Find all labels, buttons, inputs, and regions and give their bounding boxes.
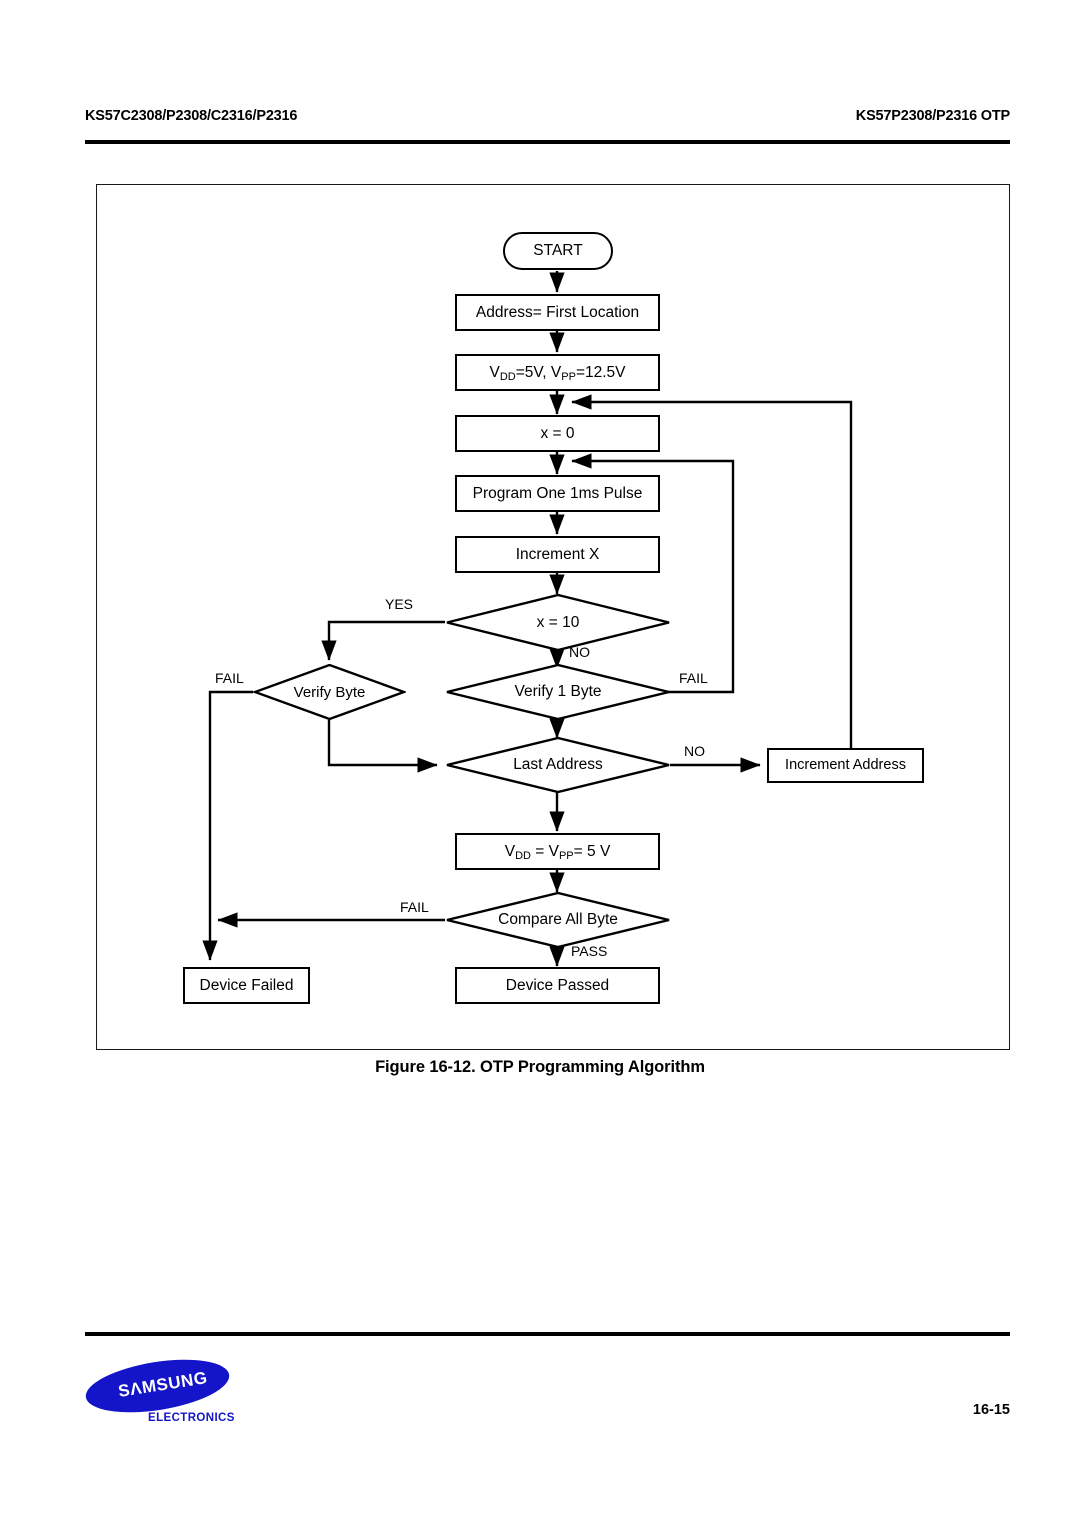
node-set-voltages-label: VDD=5V, VPP=12.5V [489,363,626,384]
vdd-mid-1: =5V, V [515,363,562,381]
node-address-first-location-label: Address= First Location [475,303,640,321]
header-left-title: KS57C2308/P2308/C2316/P2316 [85,108,298,124]
vdd-v-1: V [489,363,500,381]
node-verify-byte-label: Verify Byte [293,683,366,701]
edge-label-fail-verify-byte: FAIL [215,670,244,686]
vdd-sub-1: DD [499,371,516,384]
node-address-first-location: Address= First Location [455,294,660,331]
node-x-zero: x = 0 [455,415,660,452]
node-last-address: Last Address [445,737,671,793]
edge-label-yes-x10: YES [385,596,414,612]
node-device-failed: Device Failed [183,967,310,1004]
edge-label-fail-compare: FAIL [400,899,429,915]
node-x-zero-label: x = 0 [540,424,575,442]
vpp-sub-2: PP [558,850,574,863]
node-device-failed-label: Device Failed [199,976,294,994]
vpp-post-1: =12.5V [575,363,626,381]
node-compare-all-byte-label: Compare All Byte [498,911,618,929]
samsung-logo: SΛMSUNG ELECTRONICS [82,1350,245,1424]
node-increment-x-label: Increment X [515,545,600,563]
node-device-passed: Device Passed [455,967,660,1004]
page-number: 16-15 [972,1402,1010,1418]
node-verify-1-byte: Verify 1 Byte [445,664,671,720]
edge-label-fail-verify-1-byte: FAIL [679,670,708,686]
node-x-equals-10: x = 10 [445,594,671,651]
node-verify-1-byte-label: Verify 1 Byte [514,683,602,701]
node-device-passed-label: Device Passed [505,976,610,994]
node-x-equals-10-label: x = 10 [536,613,580,631]
figure-caption: Figure 16-12. OTP Programming Algorithm [375,1058,705,1076]
header-right-title: KS57P2308/P2316 OTP [855,108,1010,124]
node-increment-x: Increment X [455,536,660,573]
footer-divider-rule [85,1332,1010,1336]
node-increment-address-label: Increment Address [785,757,906,774]
node-last-address-label: Last Address [513,756,603,774]
node-start-label: START [533,242,583,260]
vpp-sub-1: PP [561,371,576,384]
node-final-voltages-label: VDD = VPP= 5 V [504,842,611,863]
page-footer: SΛMSUNG ELECTRONICS 16-15 [0,1320,1080,1470]
node-set-voltages: VDD=5V, VPP=12.5V [455,354,660,391]
node-verify-byte: Verify Byte [253,664,406,720]
vdd-v-2: V [504,842,516,860]
node-increment-address: Increment Address [767,748,924,783]
node-program-one-pulse: Program One 1ms Pulse [455,475,660,512]
header-divider-rule [85,140,1010,144]
vdd-sub-2: DD [515,850,531,863]
vpp-post-2: = 5 V [573,842,611,860]
edge-label-no-x10: NO [569,644,590,660]
node-program-one-pulse-label: Program One 1ms Pulse [472,484,643,502]
node-compare-all-byte: Compare All Byte [445,892,671,948]
edge-label-pass-compare: PASS [571,943,608,959]
edge-label-no-last-address: NO [684,743,705,759]
node-final-voltages: VDD = VPP= 5 V [455,833,660,870]
node-start: START [503,232,613,270]
vdd-mid-2: = V [530,842,559,860]
page-header: KS57C2308/P2308/C2316/P2316 KS57P2308/P2… [0,0,1080,160]
samsung-logo-subtitle: ELECTRONICS [148,1412,235,1424]
